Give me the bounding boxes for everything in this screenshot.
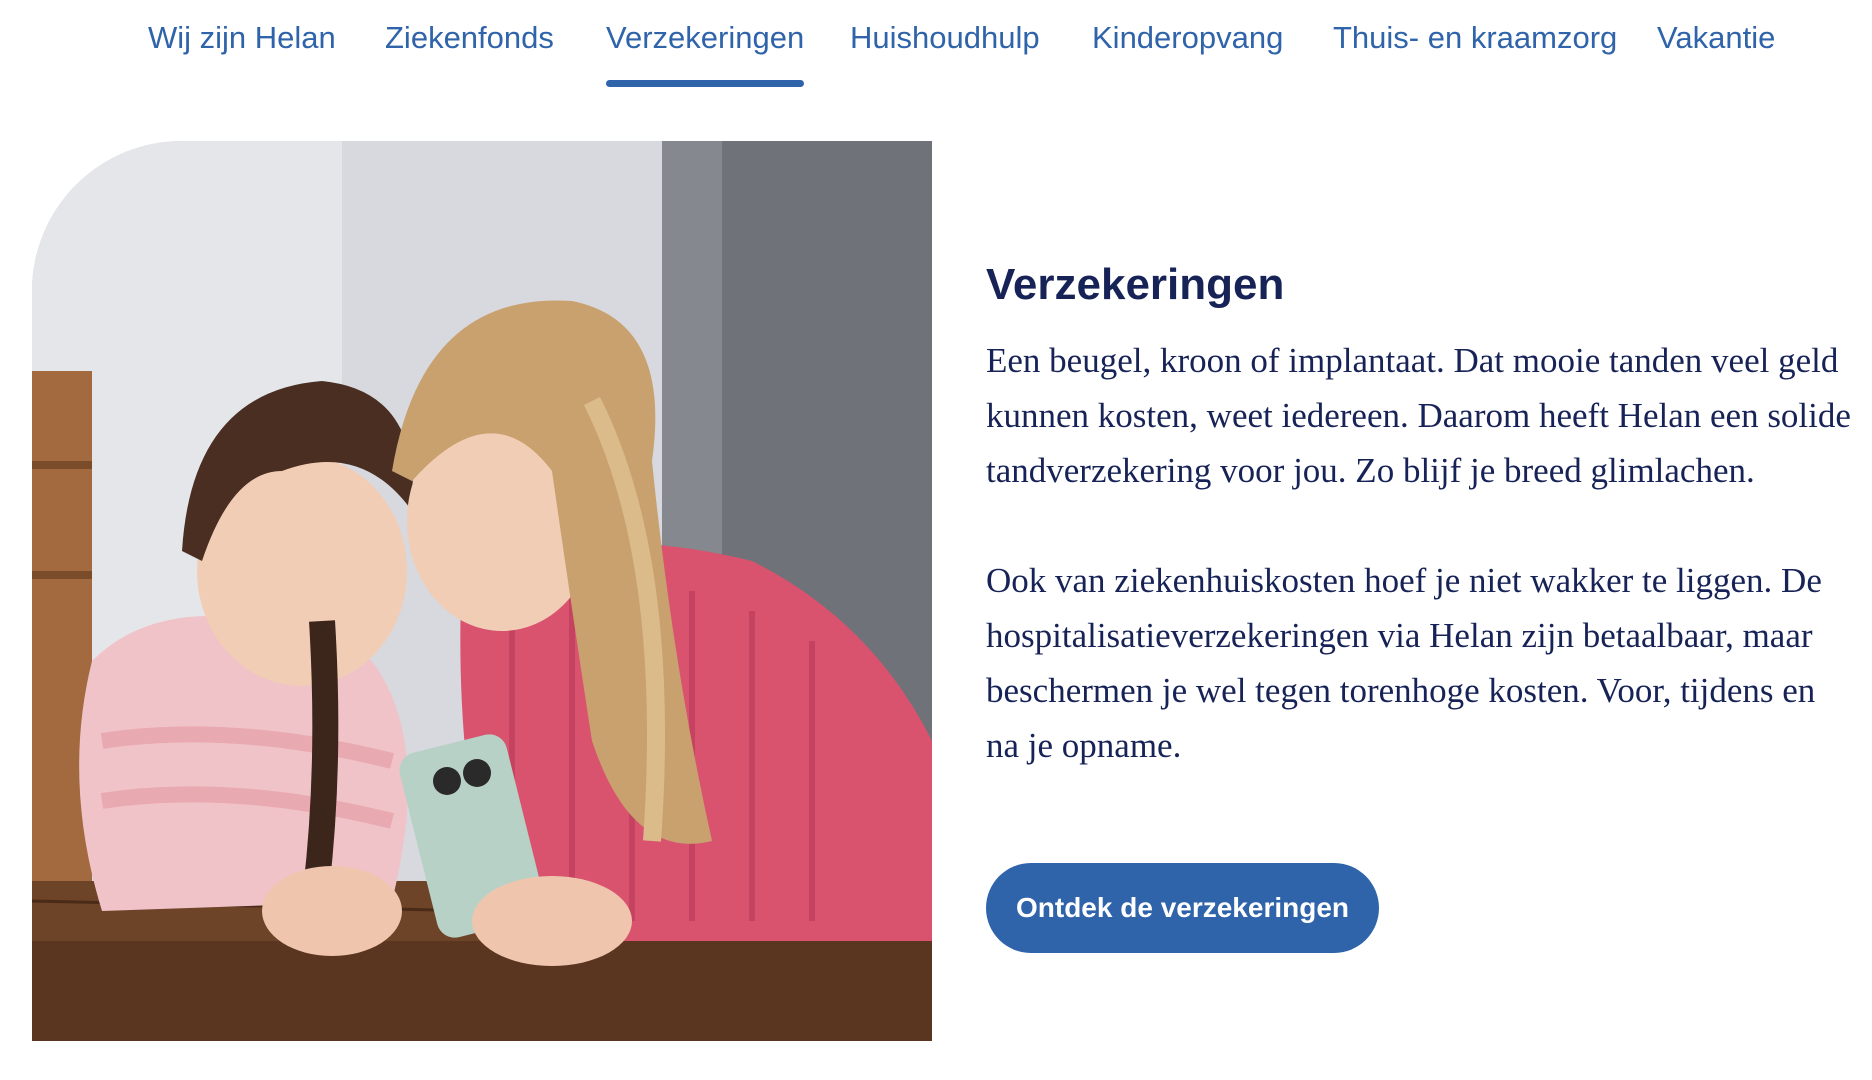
- nav-item-huishoudhulp[interactable]: Huishoudhulp: [850, 18, 1040, 58]
- nav-item-verzekeringen[interactable]: Verzekeringen: [606, 18, 805, 87]
- nav-item-wij-zijn-helan[interactable]: Wij zijn Helan: [148, 18, 336, 58]
- discover-insurances-button[interactable]: Ontdek de verzekeringen: [986, 863, 1380, 953]
- nav-item-ziekenfonds[interactable]: Ziekenfonds: [385, 18, 554, 58]
- section-title: Verzekeringen: [986, 260, 1285, 309]
- hero-photo-illustration: [32, 141, 932, 1041]
- section-paragraph-hospital: Ook van ziekenhuiskosten hoef je niet wa…: [986, 561, 1822, 765]
- nav-item-thuis-en-kraamzorg[interactable]: Thuis- en kraamzorg: [1333, 18, 1617, 58]
- main-navigation: Wij zijn Helan Ziekenfonds Verzekeringen…: [0, 0, 1872, 90]
- nav-item-vakantie[interactable]: Vakantie: [1657, 18, 1775, 58]
- hero-photo: [32, 141, 932, 1041]
- nav-item-kinderopvang[interactable]: Kinderopvang: [1092, 18, 1283, 58]
- section-content: Verzekeringen Een beugel, kroon of impla…: [986, 255, 1856, 773]
- section-paragraph-dental: Een beugel, kroon of implantaat. Dat moo…: [986, 341, 1851, 490]
